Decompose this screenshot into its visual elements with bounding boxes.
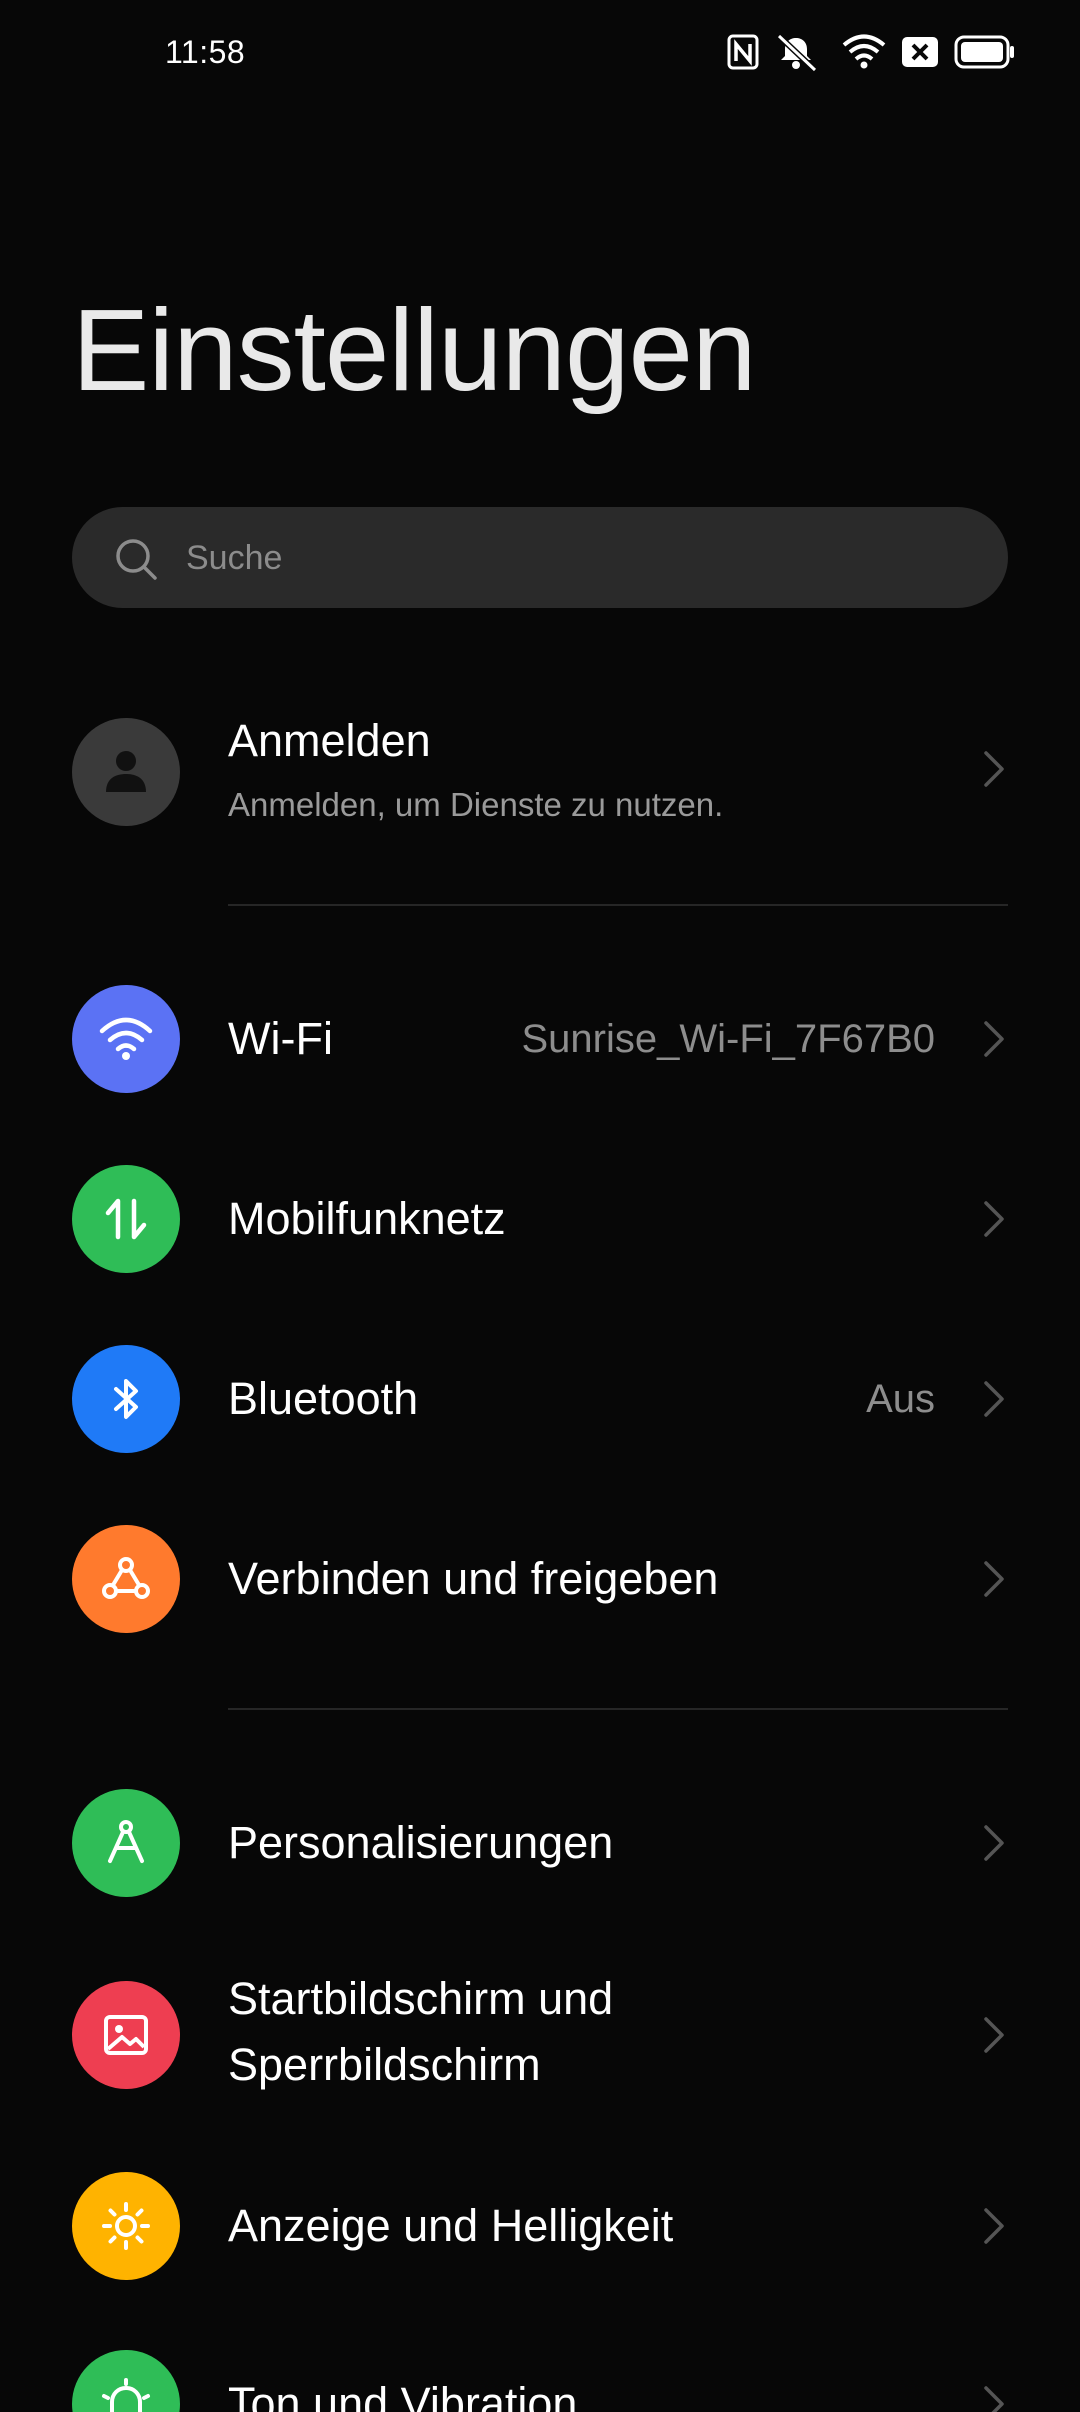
brightness-icon	[72, 2172, 180, 2280]
settings-item-display-brightness[interactable]: Anzeige und Helligkeit	[0, 2167, 1080, 2287]
account-row[interactable]: Anmelden Anmelden, um Dienste zu nutzen.	[0, 713, 1080, 861]
personalization-label: Personalisierungen	[228, 1817, 614, 1868]
settings-item-connect-share[interactable]: Verbinden und freigeben	[0, 1520, 1080, 1640]
settings-item-mobile-network[interactable]: Mobilfunknetz	[0, 1160, 1080, 1280]
chevron-right-icon	[980, 1815, 1008, 1876]
settings-item-wifi[interactable]: Wi-Fi Sunrise_Wi-Fi_7F67B0	[0, 980, 1080, 1100]
status-time: 11:58	[165, 34, 246, 70]
wifi-value: Sunrise_Wi-Fi_7F67B0	[521, 1017, 936, 1061]
account-subtitle: Anmelden, um Dienste zu nutzen.	[228, 786, 724, 823]
display-brightness-label: Anzeige und Helligkeit	[228, 2200, 674, 2251]
home-lock-screen-label: Startbildschirm und Sperrbildschirm	[228, 1973, 614, 2090]
status-bar: 11:58	[0, 0, 1080, 108]
nfc-icon	[726, 32, 760, 72]
bluetooth-label: Bluetooth	[228, 1373, 419, 1424]
search-placeholder: Suche	[186, 539, 283, 577]
chevron-right-icon	[980, 2198, 1008, 2259]
bell-icon	[72, 2350, 180, 2412]
avatar	[72, 718, 180, 826]
search-bar[interactable]: Suche	[72, 507, 1008, 608]
mobile-network-label: Mobilfunknetz	[228, 1193, 506, 1244]
share-icon	[72, 1525, 180, 1633]
person-icon	[106, 751, 146, 792]
page-title: Einstellungen	[72, 285, 757, 415]
chevron-right-icon	[980, 1011, 1008, 1072]
bluetooth-icon	[72, 1345, 180, 1453]
wifi-label: Wi-Fi	[228, 1013, 333, 1064]
account-title: Anmelden	[228, 715, 431, 766]
search-icon	[114, 537, 158, 586]
chevron-right-icon	[980, 1551, 1008, 1612]
settings-item-home-lock-screen[interactable]: Startbildschirm und Sperrbildschirm	[0, 1973, 1080, 2096]
sound-vibration-label: Ton und Vibration	[228, 2378, 578, 2412]
connect-share-label: Verbinden und freigeben	[228, 1553, 719, 1604]
mobile-data-icon	[72, 1165, 180, 1273]
divider	[228, 1708, 1008, 1710]
chevron-right-icon	[980, 741, 1008, 802]
bluetooth-value: Aus	[866, 1377, 935, 1421]
mute-icon	[774, 32, 820, 72]
wifi-icon	[842, 32, 886, 72]
sim-blocked-icon	[900, 32, 940, 72]
settings-item-bluetooth[interactable]: Bluetooth Aus	[0, 1340, 1080, 1460]
wifi-icon	[72, 985, 180, 1093]
chevron-right-icon	[980, 2376, 1008, 2412]
battery-icon	[954, 32, 1016, 72]
settings-item-personalization[interactable]: Personalisierungen	[0, 1784, 1080, 1904]
picture-icon	[72, 1981, 180, 2089]
chevron-right-icon	[980, 1191, 1008, 1252]
divider	[228, 904, 1008, 906]
chevron-right-icon	[980, 1371, 1008, 1432]
settings-item-sound-vibration[interactable]: Ton und Vibration	[0, 2350, 1080, 2412]
compass-icon	[72, 1789, 180, 1897]
chevron-right-icon	[980, 2007, 1008, 2068]
